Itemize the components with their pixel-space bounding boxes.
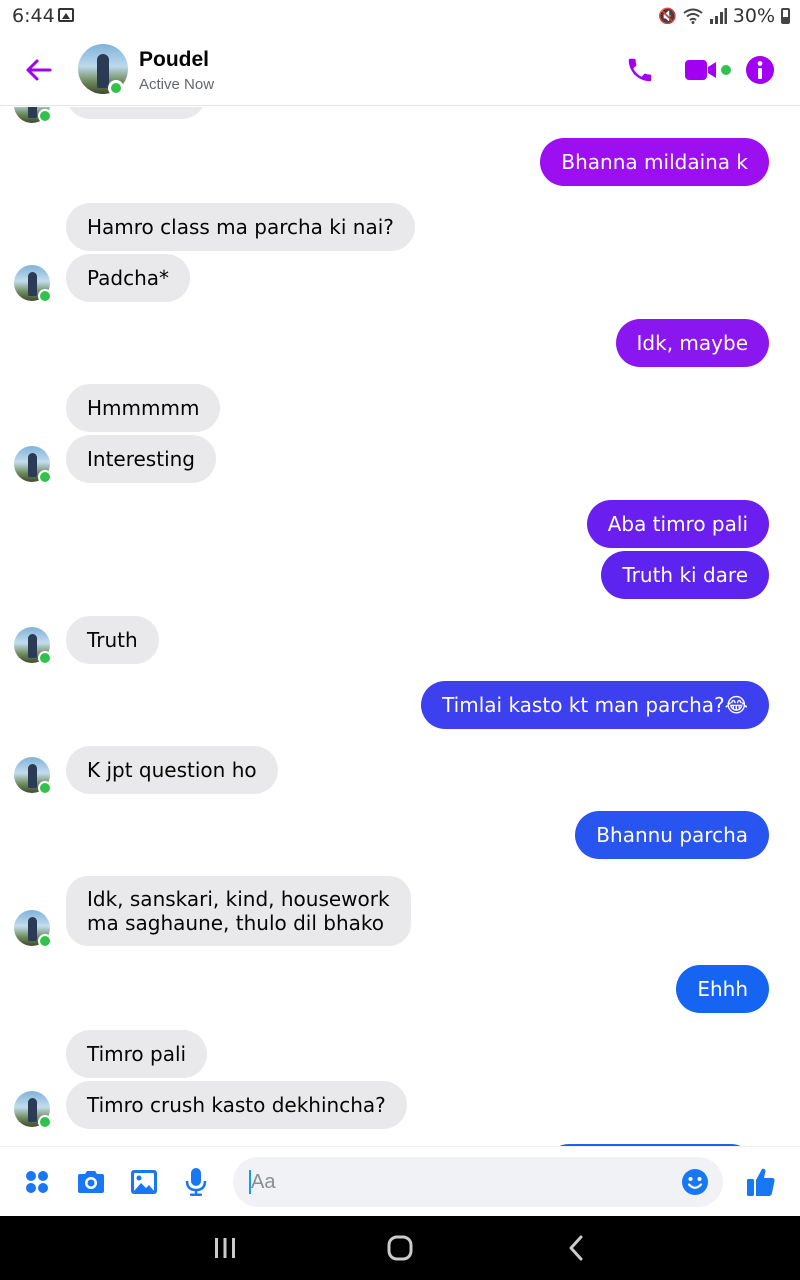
message-bubble-outgoing[interactable]: Bhannu parcha (575, 811, 769, 859)
video-call-button[interactable] (684, 54, 734, 86)
arrow-left-icon (26, 59, 52, 81)
image-icon (131, 1170, 157, 1194)
chevron-left-icon (569, 1235, 583, 1261)
wifi-icon (683, 8, 703, 24)
info-icon (746, 56, 774, 84)
message-bubble-outgoing[interactable]: Timlai kasto kt man parcha?😂 (421, 681, 769, 729)
online-indicator (38, 934, 52, 948)
message-bubble-incoming[interactable]: K jpt question ho (66, 746, 278, 794)
four-dots-icon (26, 1171, 48, 1193)
status-time: 6:44 (12, 5, 55, 27)
online-indicator (38, 470, 52, 484)
like-button[interactable] (745, 1166, 777, 1198)
home-icon (387, 1235, 413, 1261)
message-bubble-outgoing[interactable]: Idk, maybe (615, 319, 769, 367)
message-bubble-incoming[interactable]: Hmmmmm (66, 384, 221, 432)
message-bubble-incoming[interactable]: Interesting (66, 435, 216, 483)
message-bubble-partial[interactable] (66, 107, 206, 119)
recents-button[interactable] (205, 1234, 245, 1262)
composer-bar (0, 1146, 800, 1216)
online-indicator (38, 109, 52, 123)
emoji-button[interactable] (681, 1168, 709, 1196)
camera-button[interactable] (75, 1166, 107, 1198)
online-indicator (38, 781, 52, 795)
message-bubble-incoming[interactable]: Padcha* (66, 254, 191, 302)
system-navigation-bar (0, 1216, 800, 1280)
contact-status: Active Now (139, 76, 215, 93)
signal-icon (709, 8, 727, 24)
info-button[interactable] (744, 54, 776, 86)
nav-back-button[interactable] (556, 1234, 596, 1262)
home-button[interactable] (380, 1234, 420, 1262)
gallery-notification-icon (58, 8, 74, 22)
message-list[interactable]: Bhanna mildaina k Hamro class ma parcha … (0, 107, 800, 1146)
message-bubble-incoming[interactable]: Idk, sanskari, kind, housework ma saghau… (66, 876, 411, 946)
message-input[interactable] (251, 1157, 661, 1207)
status-bar: 6:44 🔇 30% (0, 0, 800, 34)
more-actions-button[interactable] (21, 1166, 53, 1198)
online-indicator (38, 1115, 52, 1129)
status-right: 🔇 30% (658, 5, 790, 27)
phone-icon (628, 58, 652, 82)
battery-icon (781, 8, 790, 24)
battery-percent: 30% (732, 5, 775, 27)
thumbs-up-icon (747, 1168, 775, 1196)
call-button[interactable] (624, 54, 656, 86)
message-bubble-incoming[interactable]: Hamro class ma parcha ki nai? (66, 203, 415, 251)
contact-name[interactable]: Poudel (139, 48, 209, 72)
video-camera-icon (685, 60, 731, 80)
message-bubble-incoming[interactable]: Timro crush kasto dekhincha? (66, 1081, 407, 1129)
mute-icon: 🔇 (658, 7, 677, 25)
microphone-icon (185, 1168, 207, 1196)
voice-message-button[interactable] (180, 1166, 212, 1198)
message-bubble-outgoing[interactable]: Aba timro pali (586, 500, 769, 548)
camera-icon (78, 1171, 104, 1193)
back-button[interactable] (20, 52, 56, 88)
message-bubble-outgoing[interactable]: Bhanna mildaina k (540, 138, 769, 186)
online-indicator (38, 651, 52, 665)
online-indicator (108, 80, 124, 96)
smiley-icon (682, 1169, 708, 1195)
message-bubble-outgoing[interactable]: Ehhh (676, 965, 769, 1013)
message-bubble-incoming[interactable]: Truth (66, 616, 159, 664)
message-bubble-incoming[interactable]: Timro pali (66, 1030, 208, 1078)
conversation-header: Poudel Active Now (0, 34, 800, 106)
message-bubble-outgoing[interactable]: Truth ki dare (601, 551, 769, 599)
message-input-box[interactable] (233, 1157, 723, 1207)
recents-icon (215, 1238, 235, 1258)
gallery-button[interactable] (128, 1166, 160, 1198)
online-indicator (38, 289, 52, 303)
